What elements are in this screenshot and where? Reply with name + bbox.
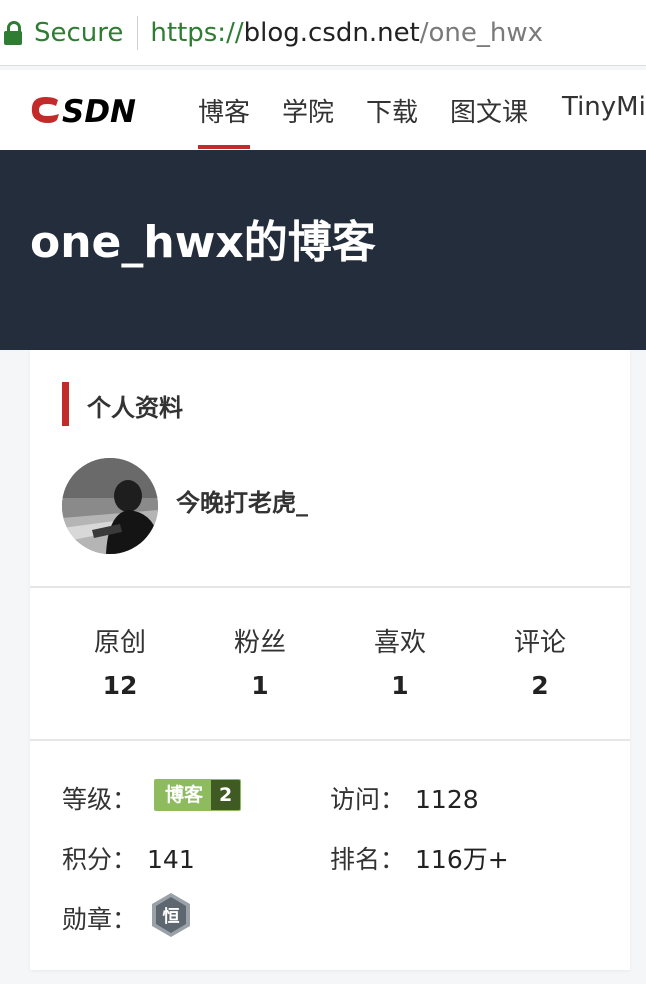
visits-value: 1128 [415, 785, 479, 814]
stat-value: 12 [102, 671, 138, 700]
section-accent-bar [62, 382, 69, 426]
svg-text:SDN: SDN [62, 94, 136, 126]
avatar[interactable] [62, 458, 158, 554]
url-host: blog.csdn.net [243, 17, 420, 48]
stat-label: 评论 [513, 628, 566, 658]
divider-bottom [30, 739, 630, 741]
visits-label: 访问： [330, 785, 406, 814]
points-value: 141 [147, 845, 195, 874]
points-info: 积分： 141 [62, 840, 195, 876]
level-badge-text: 博客 [155, 780, 212, 810]
points-label: 积分： [62, 845, 138, 874]
nav-item-download[interactable]: 下载 [366, 92, 418, 129]
divider-top [30, 586, 630, 588]
stat-value: 1 [391, 671, 409, 700]
lock-icon [4, 20, 22, 45]
nav-item-academy[interactable]: 学院 [282, 92, 334, 129]
stat-comments[interactable]: 评论 2 [470, 622, 610, 700]
avatar-photo [62, 458, 158, 554]
stat-value: 2 [531, 671, 549, 700]
secure-label: Secure [34, 17, 124, 48]
stat-likes[interactable]: 喜欢 1 [330, 622, 470, 700]
medal-text: 恒 [163, 906, 180, 927]
rank-value: 116万+ [415, 845, 509, 874]
stat-label: 原创 [93, 628, 146, 658]
address-bar[interactable]: Secure https://blog.csdn.net/one_hwx [0, 0, 646, 66]
csdn-logo-icon: SDN [31, 94, 136, 130]
rank-info: 排名： 116万+ [330, 840, 509, 876]
url-scheme: https:// [150, 17, 244, 48]
nav-item-blog[interactable]: 博客 [198, 92, 251, 149]
site-nav: SDN 博客 学院 下载 图文课 TinyMind [0, 70, 646, 150]
level-label: 等级： [62, 785, 138, 814]
level-badge[interactable]: 博客 2 [154, 779, 242, 811]
nav-item-tinymind[interactable]: TinyMind [562, 92, 646, 122]
rank-label: 排名： [330, 845, 406, 874]
username-link[interactable]: 今晚打老虎_ [176, 483, 308, 518]
visits-info: 访问： 1128 [330, 780, 479, 816]
nav-item-course[interactable]: 图文课 [450, 92, 528, 129]
url-path: /one_hwx [419, 17, 544, 48]
medal-label: 勋章： [62, 905, 138, 934]
stat-value: 1 [251, 671, 269, 700]
stat-fans[interactable]: 粉丝 1 [190, 622, 330, 700]
profile-card: 个人资料 今晚打老虎_ 原创 12 粉丝 1 喜欢 1 评论 2 等级： 博客 … [30, 350, 630, 970]
section-title: 个人资料 [87, 394, 183, 422]
stat-label: 喜欢 [373, 628, 426, 658]
stat-label: 粉丝 [233, 628, 286, 658]
url-text[interactable]: https://blog.csdn.net/one_hwx [150, 18, 543, 48]
level-badge-number: 2 [211, 780, 241, 810]
blog-title: one_hwx的博客 [30, 217, 376, 268]
address-divider [137, 15, 139, 50]
blog-banner: one_hwx的博客 [0, 150, 646, 350]
medal-hexagon-icon[interactable]: 恒 [150, 892, 192, 938]
stat-original[interactable]: 原创 12 [50, 622, 190, 700]
csdn-logo[interactable]: SDN [28, 94, 160, 130]
medal-badge-svg: 恒 [152, 893, 190, 937]
